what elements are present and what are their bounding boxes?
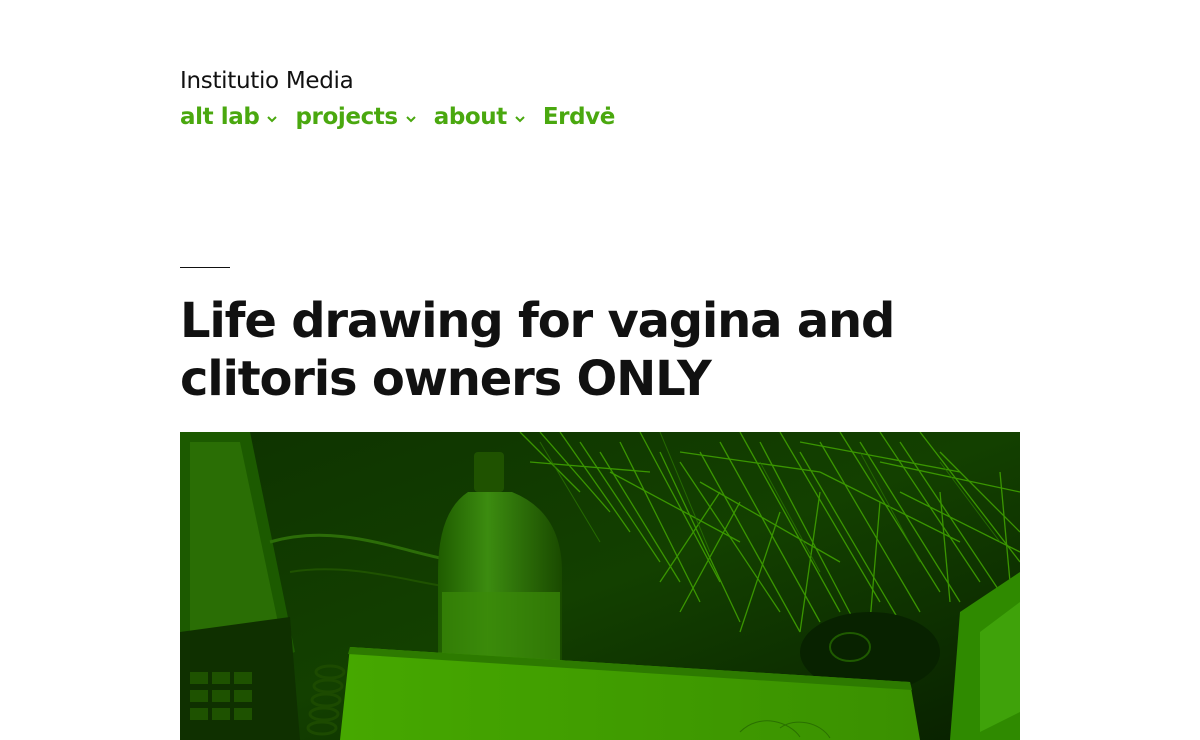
primary-navigation: alt lab projects about Erdvė bbox=[180, 102, 631, 132]
nav-item-erdve[interactable]: Erdvė bbox=[543, 102, 616, 132]
title-separator bbox=[180, 267, 230, 268]
nav-item-label[interactable]: Erdvė bbox=[543, 102, 616, 132]
nav-item-label[interactable]: about bbox=[434, 102, 508, 132]
nav-item-alt-lab[interactable]: alt lab bbox=[180, 102, 279, 132]
nav-item-label[interactable]: projects bbox=[295, 102, 398, 132]
nav-item-label[interactable]: alt lab bbox=[180, 102, 260, 132]
site-header: Institutio Media alt lab projects about … bbox=[180, 66, 631, 132]
chevron-down-icon[interactable] bbox=[513, 112, 527, 126]
nav-item-about[interactable]: about bbox=[434, 102, 527, 132]
site-title-link[interactable]: Institutio Media bbox=[180, 66, 354, 96]
post-title: Life drawing for vagina and clitoris own… bbox=[180, 293, 895, 407]
featured-image bbox=[180, 432, 1020, 740]
chevron-down-icon[interactable] bbox=[265, 112, 279, 126]
featured-image-illustration bbox=[180, 432, 1020, 740]
chevron-down-icon[interactable] bbox=[404, 112, 418, 126]
nav-item-projects[interactable]: projects bbox=[295, 102, 417, 132]
